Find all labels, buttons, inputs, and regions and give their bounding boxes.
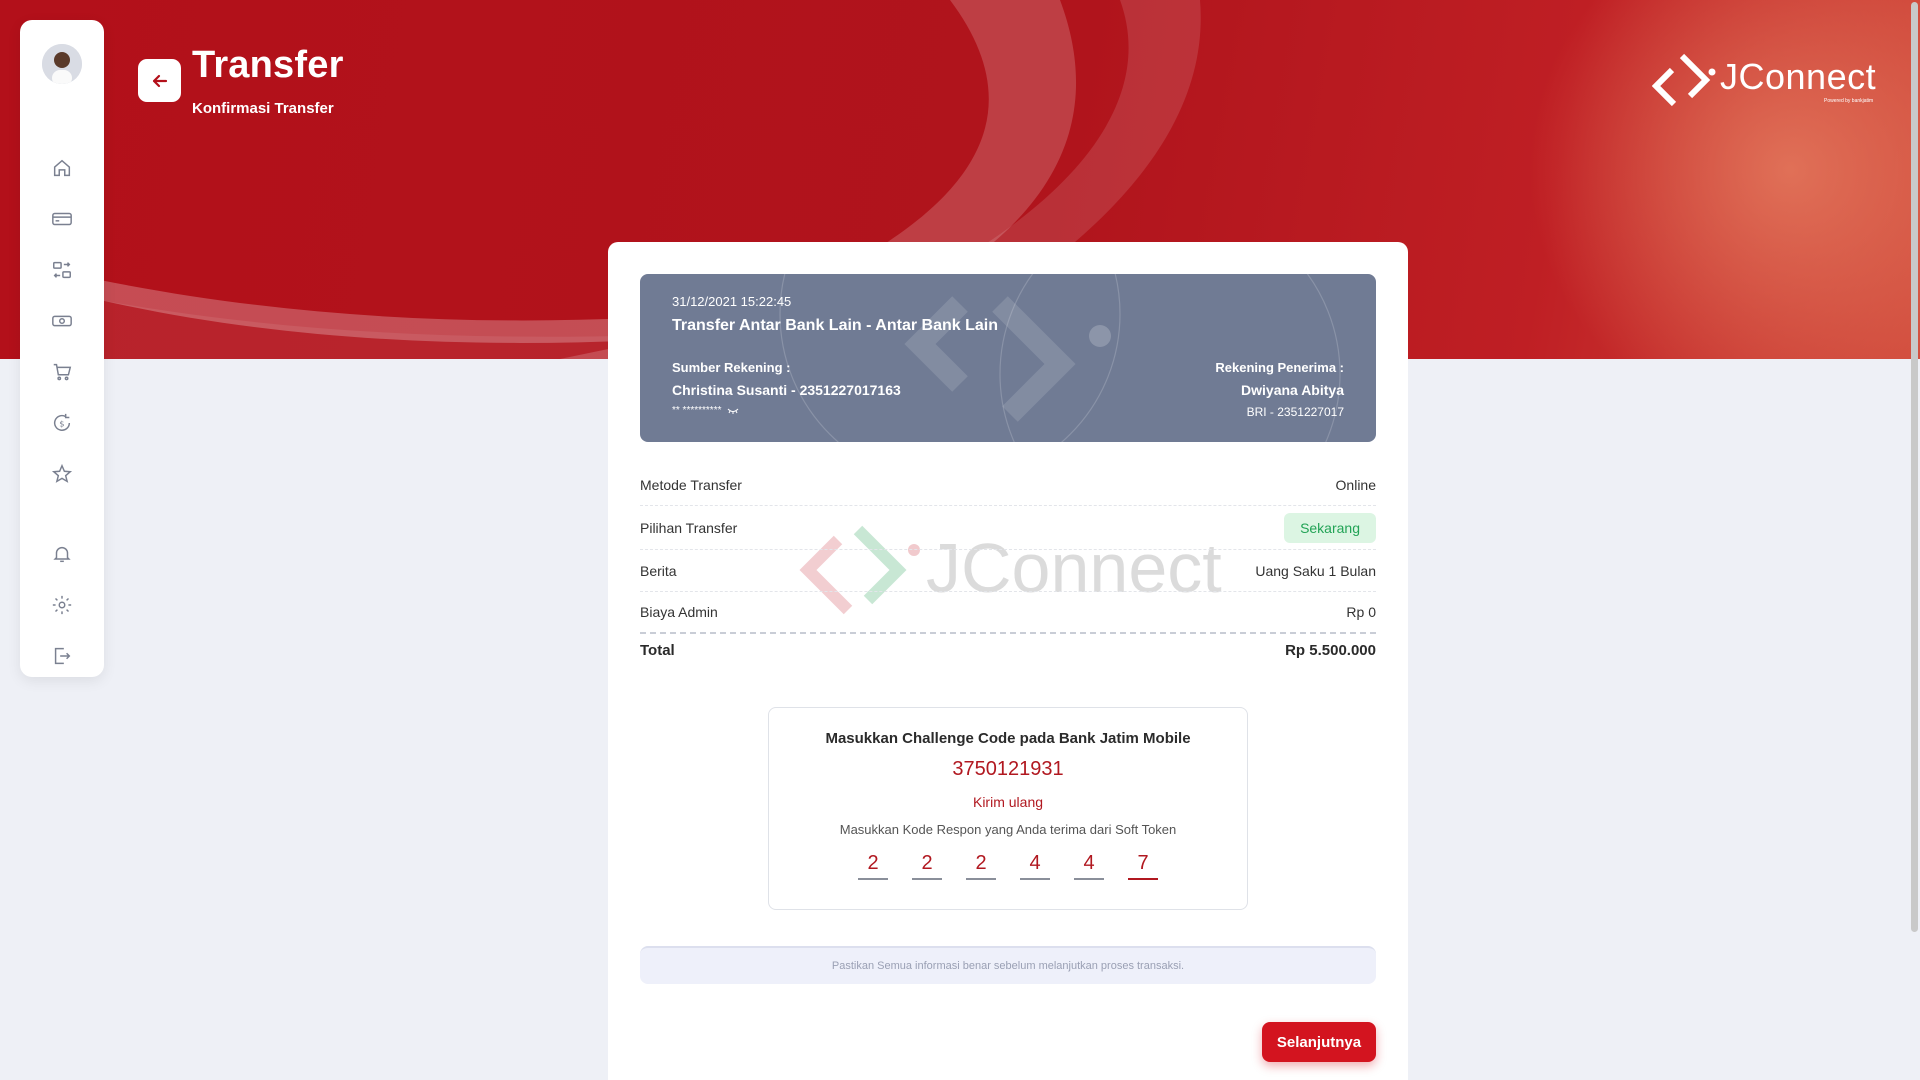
detail-row-message: Berita Uang Saku 1 Bulan <box>640 550 1376 592</box>
total-row: Total Rp 5.500.000 <box>640 642 1376 659</box>
page-subtitle: Konfirmasi Transfer <box>192 100 334 117</box>
detail-label: Pilihan Transfer <box>640 519 738 536</box>
detail-row-admin-fee: Biaya Admin Rp 0 <box>640 592 1376 634</box>
scrollbar-thumb[interactable] <box>1911 2 1918 932</box>
source-account-label: Sumber Rekening : <box>672 360 791 375</box>
response-code-hint: Masukkan Kode Respon yang Anda terima da… <box>839 822 1177 837</box>
nav-cart[interactable] <box>42 352 82 392</box>
masked-value: ** ********** <box>672 405 722 416</box>
total-label: Total <box>640 642 675 659</box>
nav-cash[interactable] <box>42 301 82 341</box>
detail-label: Biaya Admin <box>640 604 718 620</box>
detail-label: Metode Transfer <box>640 476 742 493</box>
sidebar: $ <box>20 20 104 677</box>
svg-text:$: $ <box>59 419 64 429</box>
user-avatar[interactable] <box>42 44 82 84</box>
card-icon <box>52 212 72 226</box>
transfer-icon <box>53 261 71 279</box>
transfer-confirmation-card: 31/12/2021 15:22:45 Transfer Antar Bank … <box>608 242 1408 1080</box>
nav-home[interactable] <box>42 148 82 188</box>
otp-digit-4[interactable]: 4 <box>1020 848 1050 880</box>
detail-value: Online <box>1335 476 1376 493</box>
recipient-label: Rekening Penerima : <box>1215 360 1344 375</box>
challenge-code: 3750121931 <box>952 758 1064 780</box>
confirmation-notice: Pastikan Semua informasi benar sebelum m… <box>640 946 1376 984</box>
brand-sub: Powered by bankjatim <box>1824 98 1874 104</box>
transfer-datetime: 31/12/2021 15:22:45 <box>672 294 792 309</box>
nav-logout[interactable] <box>42 636 82 676</box>
detail-value: Rp 0 <box>1346 604 1376 620</box>
total-value: Rp 5.500.000 <box>1285 642 1376 659</box>
gear-icon <box>52 595 72 615</box>
otp-input-group: 2 2 2 4 4 7 <box>769 848 1247 880</box>
nav-card[interactable] <box>42 199 82 239</box>
challenge-code-panel: Masukkan Challenge Code pada Bank Jatim … <box>768 707 1248 910</box>
challenge-title: Masukkan Challenge Code pada Bank Jatim … <box>825 730 1191 747</box>
recipient-account: BRI - 2351227017 <box>1246 405 1344 419</box>
otp-digit-6[interactable]: 7 <box>1128 848 1158 880</box>
detail-row-method: Metode Transfer Online <box>640 464 1376 506</box>
recipient-name: Dwiyana Abitya <box>1241 382 1344 398</box>
back-button[interactable] <box>138 59 181 102</box>
transfer-type: Transfer Antar Bank Lain - Antar Bank La… <box>672 317 998 334</box>
brand-name: JConnect <box>1720 56 1877 97</box>
nav-transfer[interactable] <box>42 250 82 290</box>
home-icon <box>53 159 71 177</box>
otp-digit-3[interactable]: 2 <box>966 848 996 880</box>
detail-row-option: Pilihan Transfer Sekarang <box>640 506 1376 550</box>
detail-value: Uang Saku 1 Bulan <box>1255 562 1376 579</box>
transfer-summary: 31/12/2021 15:22:45 Transfer Antar Bank … <box>640 274 1376 442</box>
otp-digit-1[interactable]: 2 <box>858 848 888 880</box>
status-badge: Sekarang <box>1284 512 1376 543</box>
jconnect-logo-icon <box>1652 53 1716 107</box>
nav-notifications[interactable] <box>42 534 82 574</box>
payment-icon: $ <box>53 413 71 431</box>
resend-link[interactable]: Kirim ulang <box>769 794 1247 810</box>
arrow-left-icon <box>152 74 167 87</box>
otp-digit-2[interactable]: 2 <box>912 848 942 880</box>
otp-digit-5[interactable]: 4 <box>1074 848 1104 880</box>
star-icon <box>51 463 73 483</box>
nav-favorite[interactable] <box>42 454 82 494</box>
transfer-details: Metode Transfer Online Pilihan Transfer … <box>640 464 1376 634</box>
eye-off-icon[interactable] <box>727 407 739 415</box>
detail-label: Berita <box>640 562 677 579</box>
nav-settings[interactable] <box>42 585 82 625</box>
bell-icon <box>53 546 71 563</box>
cash-icon <box>52 315 72 327</box>
source-account-value: Christina Susanti - 2351227017163 <box>672 382 901 398</box>
masked-balance: ** ********** <box>672 405 739 416</box>
nav-payment[interactable]: $ <box>42 403 82 443</box>
page-title: Transfer <box>192 44 344 86</box>
cart-icon <box>53 363 72 381</box>
logout-icon <box>54 647 71 665</box>
brand-logo: JConnect Powered by bankjatim <box>1652 50 1882 110</box>
next-button[interactable]: Selanjutnya <box>1262 1022 1376 1062</box>
